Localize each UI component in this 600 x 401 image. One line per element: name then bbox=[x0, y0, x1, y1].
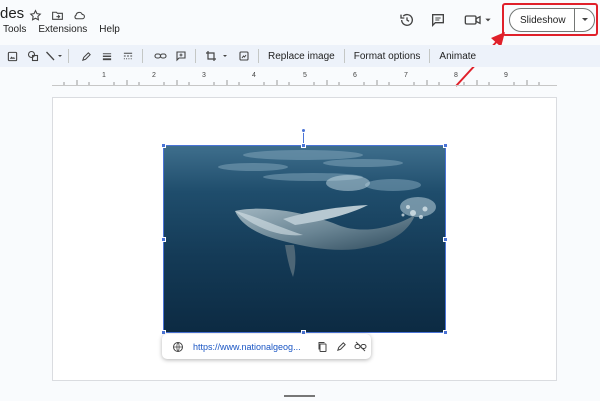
toolbar-divider bbox=[258, 49, 259, 63]
history-icon[interactable] bbox=[397, 10, 417, 30]
link-icon[interactable] bbox=[151, 47, 169, 65]
shape-icon[interactable] bbox=[24, 47, 42, 65]
comment-icon[interactable] bbox=[428, 10, 448, 30]
cloud-saved-icon[interactable] bbox=[71, 7, 87, 23]
resize-handle-right[interactable] bbox=[443, 237, 448, 242]
ruler-label: 4 bbox=[252, 72, 256, 79]
resize-handle-top-right[interactable] bbox=[443, 143, 448, 148]
video-call-icon[interactable] bbox=[463, 10, 493, 30]
animate-button[interactable]: Animate bbox=[435, 51, 480, 62]
chevron-down-icon bbox=[581, 18, 588, 21]
selection-frame bbox=[163, 145, 446, 333]
toolbar-divider bbox=[343, 49, 345, 63]
unlink-icon[interactable] bbox=[352, 339, 368, 355]
horizontal-ruler: 1 2 3 4 5 6 7 8 9 bbox=[52, 70, 557, 88]
border-weight-icon[interactable] bbox=[98, 47, 116, 65]
toolbar-divider bbox=[195, 49, 196, 63]
link-popup: https://www.nationalgeog... bbox=[162, 334, 371, 359]
toolbar-divider bbox=[142, 49, 143, 63]
slideshow-highlight: Slideshow bbox=[502, 3, 598, 36]
title-bar: des Tools Extensions Help Slideshow bbox=[0, 0, 600, 44]
move-to-folder-icon[interactable] bbox=[49, 7, 65, 23]
replace-image-button[interactable]: Replace image bbox=[264, 51, 339, 62]
toolbar-divider bbox=[68, 49, 69, 63]
star-icon[interactable] bbox=[27, 7, 43, 23]
add-comment-icon[interactable] bbox=[172, 47, 190, 65]
crop-icon[interactable] bbox=[204, 47, 232, 65]
border-dash-icon[interactable] bbox=[119, 47, 137, 65]
toolbar-divider bbox=[429, 49, 431, 63]
title-icons bbox=[27, 7, 87, 23]
reset-image-icon[interactable] bbox=[235, 47, 253, 65]
ruler-label: 3 bbox=[202, 72, 206, 79]
format-options-button[interactable]: Format options bbox=[350, 51, 425, 62]
resize-handle-top[interactable] bbox=[301, 143, 306, 148]
image-toolbar: Replace image Format options Animate bbox=[0, 45, 600, 67]
menu-extensions[interactable]: Extensions bbox=[37, 24, 88, 35]
ruler-label: 8 bbox=[454, 72, 458, 79]
ruler-label: 6 bbox=[353, 72, 357, 79]
image-icon[interactable] bbox=[3, 47, 21, 65]
ruler-label: 1 bbox=[102, 72, 106, 79]
ruler-label: 9 bbox=[504, 72, 508, 79]
line-icon[interactable] bbox=[45, 47, 63, 65]
ruler-baseline bbox=[52, 85, 557, 86]
link-url[interactable]: https://www.nationalgeog... bbox=[193, 342, 311, 352]
ruler-label: 5 bbox=[303, 72, 307, 79]
slideshow-label[interactable]: Slideshow bbox=[510, 15, 574, 26]
ruler-label: 2 bbox=[152, 72, 156, 79]
doc-title[interactable]: des bbox=[0, 5, 24, 22]
ruler-label: 7 bbox=[404, 72, 408, 79]
pencil-icon[interactable] bbox=[77, 47, 95, 65]
slideshow-button[interactable]: Slideshow bbox=[509, 8, 595, 32]
menu-bar: Tools Extensions Help bbox=[2, 24, 121, 35]
resize-handle-left[interactable] bbox=[161, 237, 166, 242]
copy-icon[interactable] bbox=[314, 339, 330, 355]
rotation-handle[interactable] bbox=[301, 128, 306, 133]
edit-icon[interactable] bbox=[333, 339, 349, 355]
resize-handle-bottom-right[interactable] bbox=[443, 330, 448, 335]
speaker-notes-handle[interactable] bbox=[284, 395, 315, 397]
menu-tools[interactable]: Tools bbox=[2, 24, 27, 35]
resize-handle-top-left[interactable] bbox=[161, 143, 166, 148]
slideshow-dropdown[interactable] bbox=[575, 17, 594, 23]
globe-icon bbox=[170, 339, 186, 355]
menu-help[interactable]: Help bbox=[98, 24, 121, 35]
